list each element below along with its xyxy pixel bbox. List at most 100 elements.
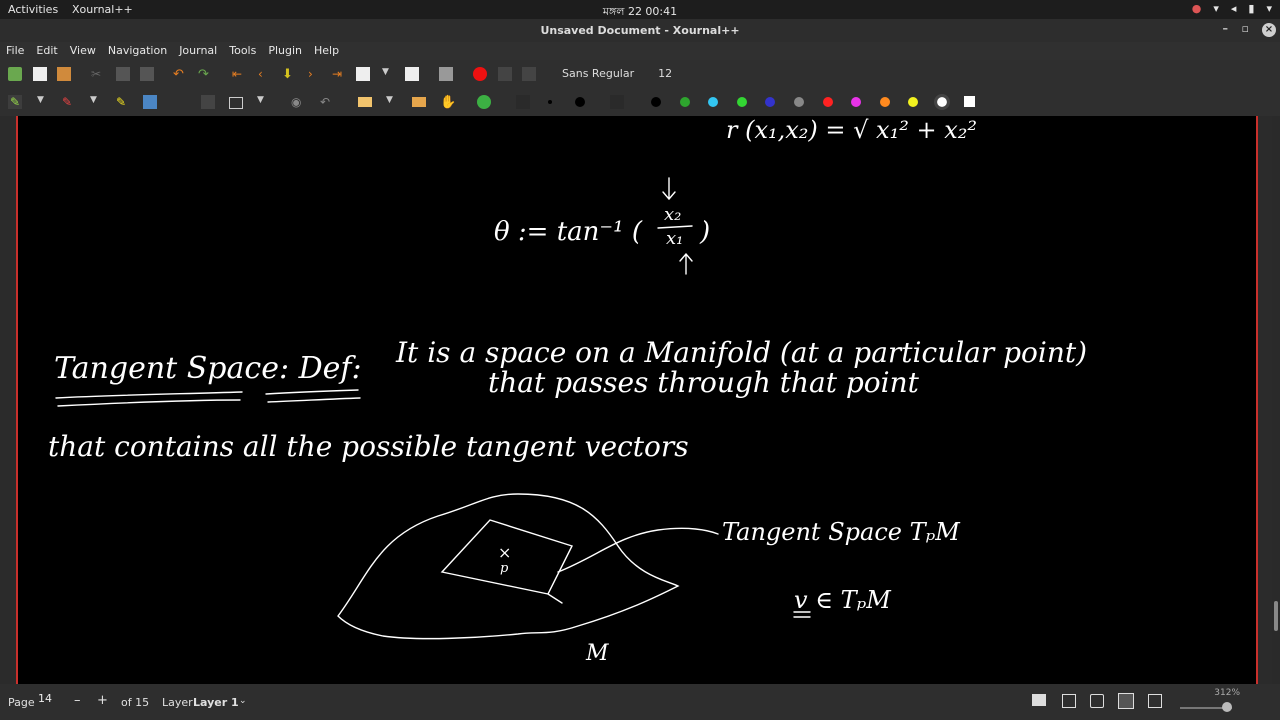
- math-tex-icon[interactable]: [201, 95, 215, 109]
- scrollbar-thumb[interactable]: [1274, 601, 1278, 631]
- menu-file[interactable]: File: [0, 42, 30, 60]
- eraser-options-chevron-icon[interactable]: ▼: [90, 95, 104, 109]
- color-lightgreen-icon[interactable]: [737, 97, 747, 107]
- down-arrow-mark: [662, 177, 676, 201]
- color-yellow-icon[interactable]: [908, 97, 918, 107]
- color-lightblue-icon[interactable]: [708, 97, 718, 107]
- color-blue-icon[interactable]: [765, 97, 775, 107]
- stop-audio-icon[interactable]: [522, 67, 536, 81]
- select-region-icon[interactable]: ◉: [291, 95, 305, 109]
- document-canvas[interactable]: r (x₁,x₂) = √ x₁² + x₂² θ := tan⁻¹ ( x₂ …: [0, 116, 1272, 684]
- new-document-icon[interactable]: [8, 67, 22, 81]
- up-arrow-mark: [679, 252, 693, 275]
- color-magenta-icon[interactable]: [851, 97, 861, 107]
- page-number-input[interactable]: 14: [38, 692, 58, 708]
- thick-thickness-icon[interactable]: [575, 97, 585, 107]
- presentation-mode-icon[interactable]: [1118, 693, 1134, 709]
- vertical-scrollbar[interactable]: [1272, 116, 1280, 684]
- color-red-icon[interactable]: [823, 97, 833, 107]
- insert-page-icon[interactable]: [356, 67, 370, 81]
- tools-toolbar: ✎ ▼ ✎ ▼ ✎ ▼ ◉ ↶ ▼ ✋: [0, 88, 1280, 116]
- image-tool-icon[interactable]: [143, 95, 157, 109]
- underline-def-2: [267, 397, 361, 403]
- select-options-chevron-icon[interactable]: ▼: [257, 95, 271, 109]
- system-top-bar: Activities Xournal++ মঙ্গল 22 00:41 ● ▾ …: [0, 0, 1280, 19]
- new-page-icon[interactable]: [33, 67, 47, 81]
- next-page-icon[interactable]: ›: [308, 67, 322, 81]
- color-white-selected-icon[interactable]: [934, 94, 950, 110]
- first-page-icon[interactable]: ⇤: [232, 67, 246, 81]
- menu-edit[interactable]: Edit: [30, 42, 63, 60]
- paste-icon[interactable]: [140, 67, 154, 81]
- layer-selector[interactable]: Layer 1: [193, 696, 239, 709]
- fill-icon[interactable]: [610, 95, 624, 109]
- redo-icon[interactable]: ↷: [198, 67, 212, 82]
- menu-plugin[interactable]: Plugin: [262, 42, 308, 60]
- layout-single-icon[interactable]: [1032, 694, 1046, 706]
- undo-icon[interactable]: ↶: [173, 67, 187, 82]
- select-rectangle-icon[interactable]: [229, 97, 243, 109]
- color-orange-icon[interactable]: [880, 97, 890, 107]
- window-title: Unsaved Document - Xournal++: [540, 24, 740, 37]
- page-margin-left: [16, 116, 18, 684]
- eraser-tool-icon[interactable]: ✎: [62, 95, 76, 109]
- fine-thickness-icon[interactable]: [516, 95, 530, 109]
- heading-tangent-space-def: Tangent Space: Def:: [54, 351, 362, 386]
- color-gray-icon[interactable]: [794, 97, 804, 107]
- zoom-fit-icon[interactable]: [1090, 694, 1104, 708]
- journal-page[interactable]: r (x₁,x₂) = √ x₁² + x₂² θ := tan⁻¹ ( x₂ …: [18, 116, 1258, 684]
- chevron-down-icon[interactable]: ▼: [382, 67, 396, 81]
- menu-help[interactable]: Help: [308, 42, 345, 60]
- zoom-100-icon[interactable]: [1148, 694, 1162, 708]
- radius-equation: r (x₁,x₂) = √ x₁² + x₂²: [726, 116, 977, 144]
- medium-thickness-icon[interactable]: [548, 100, 552, 104]
- menu-tools[interactable]: Tools: [223, 42, 262, 60]
- text-tool-icon[interactable]: [358, 97, 372, 107]
- maximize-button[interactable]: ▫: [1242, 22, 1249, 35]
- power-menu-icon: ▾: [1266, 2, 1272, 15]
- open-file-icon[interactable]: [57, 67, 71, 81]
- zoom-slider-handle[interactable]: [1222, 702, 1232, 712]
- close-button[interactable]: ×: [1262, 23, 1276, 37]
- definition-line-1: It is a space on a Manifold (at a partic…: [395, 336, 1087, 369]
- delete-page-icon[interactable]: [405, 67, 419, 81]
- color-black-icon[interactable]: [651, 97, 661, 107]
- layout-paired-icon[interactable]: [1062, 694, 1076, 708]
- layer-chevron-down-icon[interactable]: ⌄: [239, 696, 247, 706]
- vertical-space-icon[interactable]: [412, 97, 426, 107]
- previous-page-icon[interactable]: ‹: [258, 67, 272, 81]
- pen-tool-icon[interactable]: ✎: [8, 95, 22, 109]
- color-green-icon[interactable]: [680, 97, 690, 107]
- tangent-space-pointer-curve: [557, 527, 719, 573]
- highlighter-tool-icon[interactable]: ✎: [116, 95, 130, 109]
- pause-audio-icon[interactable]: [498, 67, 512, 81]
- theta-equation-prefix: θ := tan⁻¹ (: [494, 217, 643, 247]
- play-object-icon[interactable]: [477, 95, 491, 109]
- underline-def: [265, 389, 359, 395]
- system-tray[interactable]: ● ▾ ◂ ▮ ▾: [1192, 2, 1272, 15]
- label-vector-in-tangent-space: v ∈ TₚM: [794, 586, 892, 614]
- goto-page-icon[interactable]: ⬇: [282, 67, 296, 82]
- page-decrement-button[interactable]: –: [74, 693, 81, 708]
- page-margin-right: [1256, 116, 1258, 684]
- cut-icon[interactable]: ✂: [91, 67, 105, 81]
- menu-navigation[interactable]: Navigation: [102, 42, 173, 60]
- custom-color-icon[interactable]: [964, 96, 975, 107]
- font-selector[interactable]: Sans Regular 12: [556, 64, 678, 88]
- text-options-chevron-icon[interactable]: ▼: [386, 95, 400, 109]
- menu-bar: File Edit View Navigation Journal Tools …: [0, 42, 1280, 60]
- menu-journal[interactable]: Journal: [173, 42, 223, 60]
- hand-tool-icon[interactable]: ✋: [440, 95, 456, 110]
- select-object-icon[interactable]: ↶: [320, 95, 334, 109]
- layer-label: Layer: [162, 696, 193, 709]
- minimize-button[interactable]: –: [1223, 22, 1229, 35]
- last-page-icon[interactable]: ⇥: [332, 67, 346, 81]
- copy-icon[interactable]: [116, 67, 130, 81]
- fullscreen-icon[interactable]: [439, 67, 453, 81]
- page-increment-button[interactable]: +: [97, 693, 108, 708]
- record-audio-icon[interactable]: [473, 67, 487, 81]
- menu-view[interactable]: View: [64, 42, 102, 60]
- pen-options-chevron-icon[interactable]: ▼: [37, 95, 51, 109]
- window-titlebar: Unsaved Document - Xournal++ – ▫ ×: [0, 19, 1280, 42]
- page-count: of 15: [121, 696, 150, 709]
